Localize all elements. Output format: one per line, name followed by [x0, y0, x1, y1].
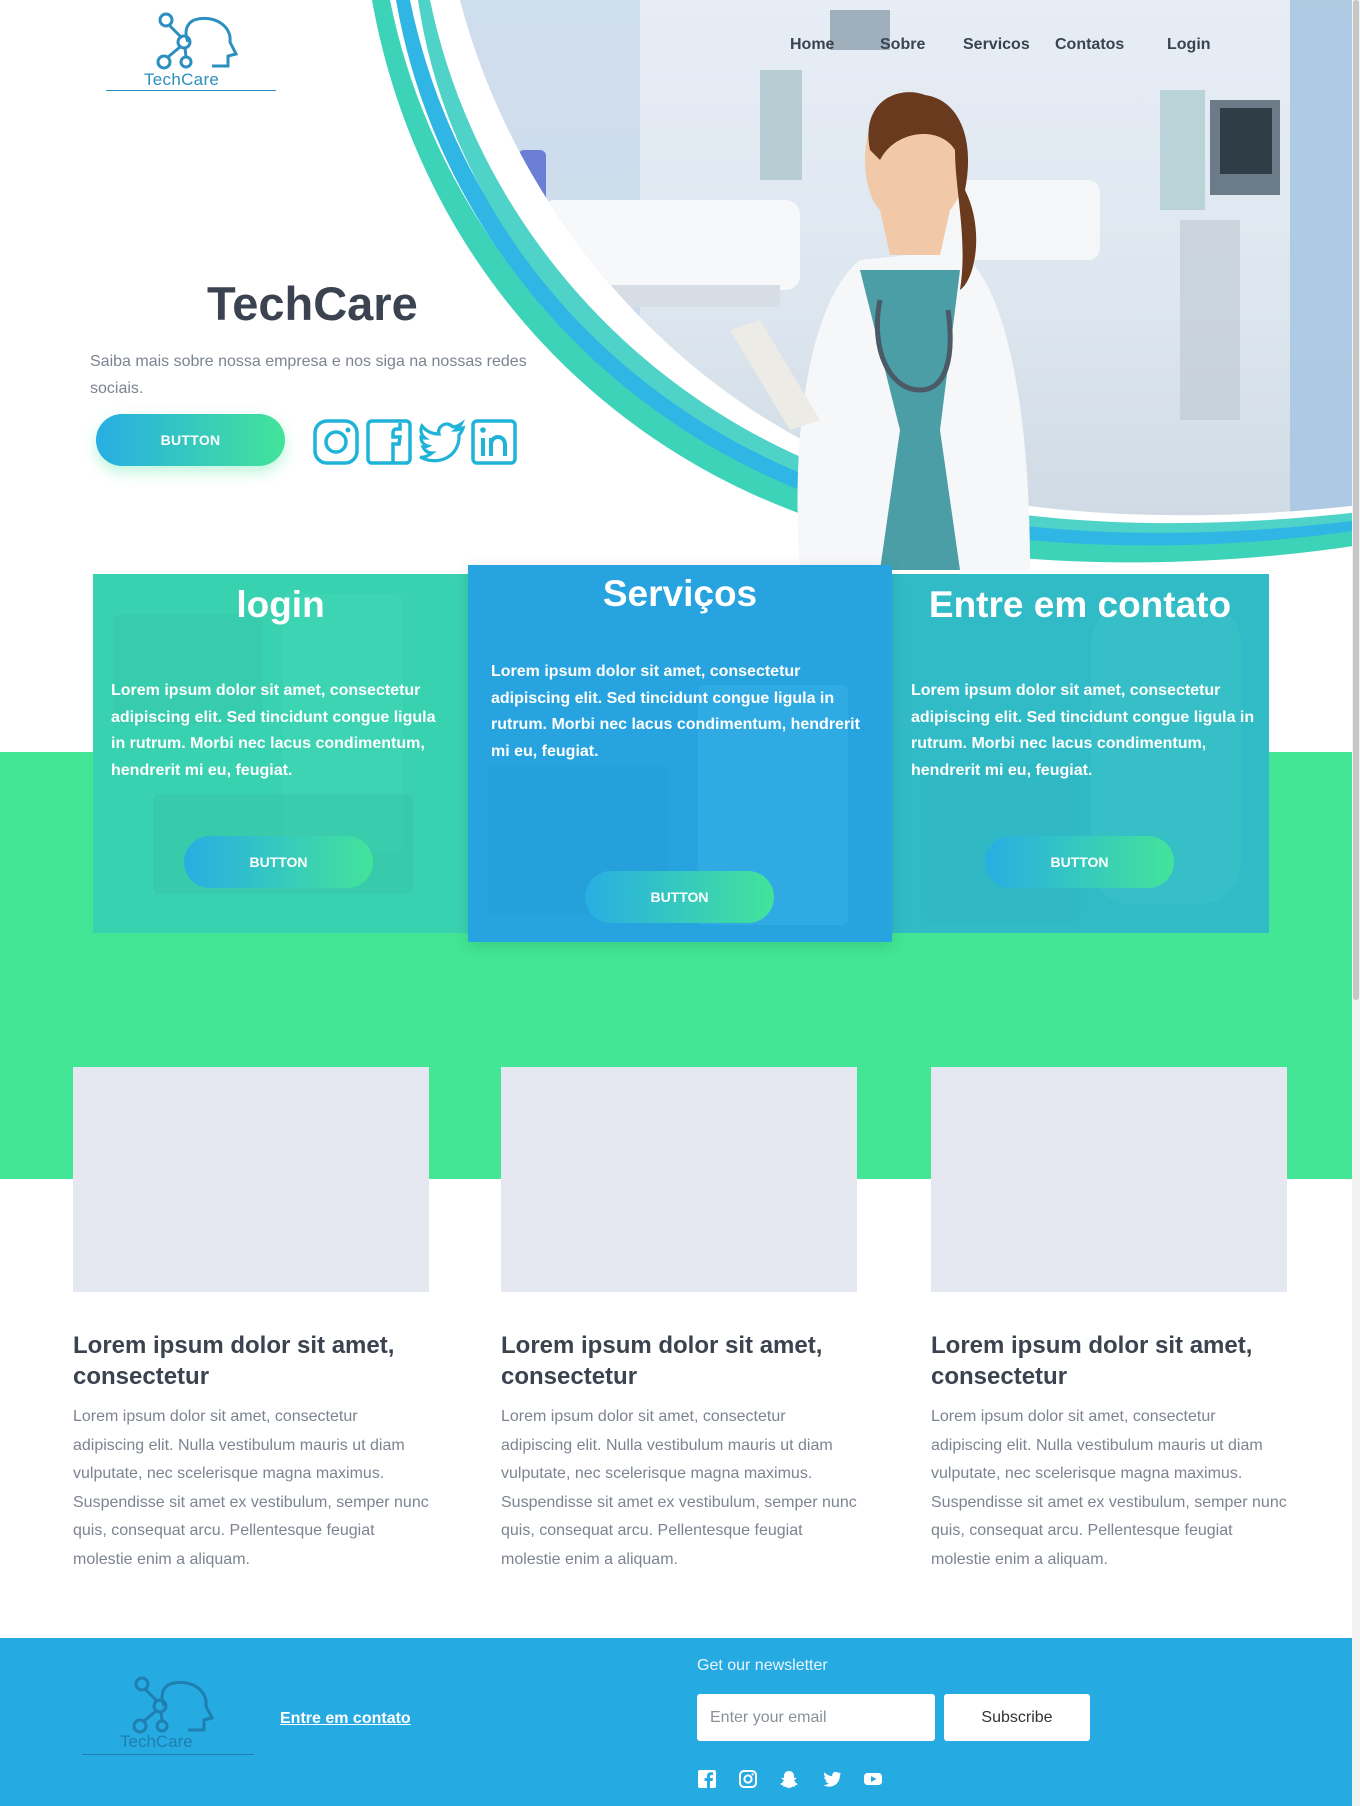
youtube-icon[interactable] — [863, 1769, 883, 1789]
twitter-icon[interactable] — [418, 418, 466, 466]
nav-servicos[interactable]: Servicos — [963, 36, 1030, 54]
nav-contatos[interactable]: Contatos — [1055, 36, 1124, 54]
hero-title: TechCare — [207, 277, 418, 330]
nav-home[interactable]: Home — [790, 36, 834, 54]
card-contato-text: Lorem ipsum dolor sit amet, consectetur … — [911, 682, 1255, 779]
instagram-icon[interactable] — [312, 418, 360, 466]
main-nav: Home Sobre Servicos Contatos Login — [0, 36, 1360, 58]
card-login-title: login — [236, 584, 325, 625]
facebook-icon[interactable] — [697, 1769, 717, 1789]
brain-icon — [132, 1676, 215, 1734]
twitter-icon[interactable] — [822, 1769, 842, 1789]
article-image-placeholder — [931, 1067, 1287, 1292]
card-contato-title: Entre em contato — [928, 584, 1232, 625]
hero-section: TechCare Home Sobre Servicos Contatos Lo… — [0, 0, 1360, 570]
card-contato-button[interactable]: BUTTON — [985, 836, 1174, 888]
snapchat-icon[interactable] — [779, 1769, 799, 1789]
card-servicos-text: Lorem ipsum dolor sit amet, consectetur … — [491, 663, 860, 760]
article-title[interactable]: Lorem ipsum dolor sit amet, consectetur — [501, 1330, 857, 1392]
hero-subtitle: Saiba mais sobre nossa empresa e nos sig… — [90, 353, 527, 397]
newsletter-label: Get our newsletter — [697, 1657, 828, 1674]
card-servicos-button[interactable]: BUTTON — [585, 871, 774, 923]
hero-button[interactable]: BUTTON — [96, 414, 285, 466]
article-card: Lorem ipsum dolor sit amet, consectetur … — [931, 1067, 1287, 1574]
card-servicos-title: Serviços — [602, 573, 758, 614]
article-body: Lorem ipsum dolor sit amet, consectetur … — [73, 1408, 429, 1568]
footer-logo-underline — [82, 1754, 254, 1755]
linkedin-icon[interactable] — [470, 418, 518, 466]
article-body: Lorem ipsum dolor sit amet, consectetur … — [501, 1408, 857, 1568]
article-title[interactable]: Lorem ipsum dolor sit amet, consectetur — [73, 1330, 429, 1392]
footer-logo[interactable]: TechCare — [82, 1676, 254, 1760]
article-title[interactable]: Lorem ipsum dolor sit amet, consectetur — [931, 1330, 1287, 1392]
card-login-button[interactable]: BUTTON — [184, 836, 373, 888]
page-scrollbar[interactable] — [1352, 0, 1360, 1806]
footer: TechCare Entre em contato Get our newsle… — [0, 1638, 1352, 1806]
article-card: Lorem ipsum dolor sit amet, consectetur … — [73, 1067, 429, 1574]
logo-text: TechCare — [144, 70, 220, 89]
newsletter-email-input[interactable] — [697, 1694, 935, 1741]
footer-logo-text: TechCare — [120, 1732, 193, 1751]
subscribe-button[interactable]: Subscribe — [944, 1694, 1090, 1741]
facebook-icon[interactable] — [365, 418, 413, 466]
card-servicos: Serviços Lorem ipsum dolor sit amet, con… — [468, 565, 892, 942]
nav-login[interactable]: Login — [1167, 36, 1211, 54]
article-image-placeholder — [73, 1067, 429, 1292]
card-login: login Lorem ipsum dolor sit amet, consec… — [93, 574, 468, 933]
card-contato: Entre em contato Lorem ipsum dolor sit a… — [891, 574, 1269, 933]
article-image-placeholder — [501, 1067, 857, 1292]
nav-sobre[interactable]: Sobre — [880, 36, 925, 54]
card-login-text: Lorem ipsum dolor sit amet, consectetur … — [111, 682, 436, 779]
article-body: Lorem ipsum dolor sit amet, consectetur … — [931, 1408, 1287, 1568]
footer-contact-link[interactable]: Entre em contato — [280, 1710, 411, 1728]
article-card: Lorem ipsum dolor sit amet, consectetur … — [501, 1067, 857, 1574]
logo-underline — [106, 90, 276, 91]
instagram-icon[interactable] — [738, 1769, 758, 1789]
scrollbar-thumb[interactable] — [1353, 0, 1359, 1000]
